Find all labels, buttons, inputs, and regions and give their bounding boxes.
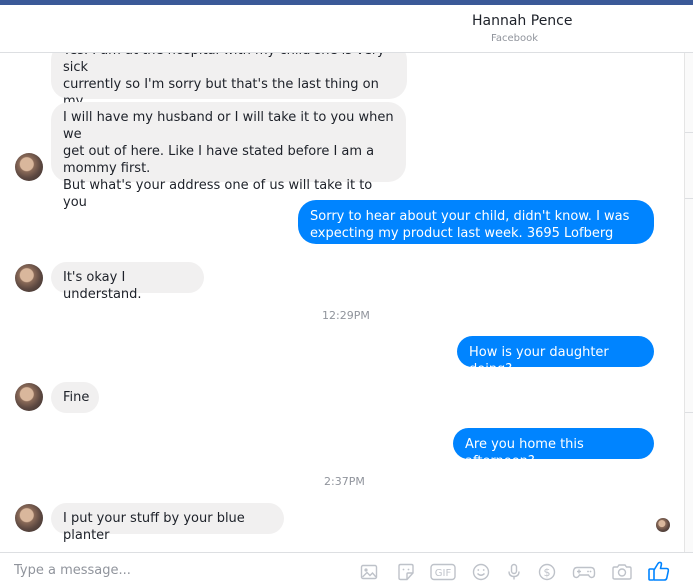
seen-indicator-avatar (656, 518, 670, 532)
outgoing-message: Sorry to hear about your child, didn't k… (298, 200, 654, 258)
timestamp: 12:29PM (322, 309, 370, 322)
contact-avatar[interactable] (15, 264, 43, 292)
panel-divider (685, 132, 693, 133)
header-overlay: Hannah Pence Facebook (0, 5, 693, 53)
incoming-message: I will have my husband or I will take it… (51, 102, 406, 210)
timestamp: 2:37PM (324, 475, 365, 488)
gif-icon[interactable]: GIF (430, 562, 456, 582)
contact-avatar[interactable] (15, 504, 43, 532)
payment-icon[interactable]: $ (537, 562, 557, 582)
contact-name-overlay: Hannah Pence (472, 13, 573, 29)
panel-divider (685, 198, 693, 199)
sticker-icon[interactable] (396, 562, 416, 582)
camera-icon[interactable] (611, 562, 633, 582)
contact-source-overlay: Facebook (491, 33, 538, 44)
contact-avatar[interactable] (15, 153, 43, 181)
payment-label: $ (544, 566, 551, 579)
panel-divider (685, 412, 693, 413)
microphone-icon[interactable] (504, 562, 524, 582)
message-input[interactable] (14, 559, 314, 581)
like-icon[interactable] (647, 559, 671, 583)
image-icon[interactable] (359, 562, 379, 582)
message-composer: GIF $ (0, 552, 693, 586)
incoming-message: Fine (51, 382, 99, 413)
emoji-icon[interactable] (471, 562, 491, 582)
incoming-message: I put your stuff by your blue planter (51, 503, 284, 543)
gif-label: GIF (435, 568, 452, 579)
incoming-message: It's okay I understand. (51, 262, 204, 302)
outgoing-message: How is your daughter doing? (457, 336, 654, 377)
side-panel-edge (684, 52, 693, 552)
game-icon[interactable] (572, 562, 596, 582)
contact-avatar[interactable] (15, 383, 43, 411)
outgoing-message: Are you home this afternoon? (453, 428, 654, 469)
